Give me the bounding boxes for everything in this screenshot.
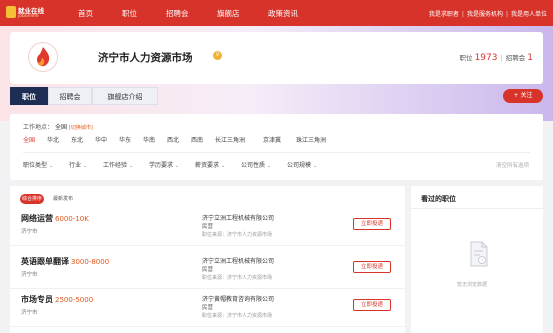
dropdown-salary[interactable]: 薪资要求 ⌄ — [195, 160, 225, 169]
nav-flagship-stores[interactable]: 旗舰店 — [217, 8, 240, 19]
region-option[interactable]: 华北 — [47, 135, 59, 144]
job-salary: 2500-5000 — [55, 296, 94, 304]
company-type: 民营 — [202, 305, 214, 311]
region-option[interactable]: 华中 — [95, 135, 107, 144]
job-city: 济宁市 — [21, 310, 38, 316]
location-label: 工作地点： — [23, 124, 54, 131]
job-title-row: 市场专员 2500-5000 — [21, 294, 93, 305]
role-links: 我是求职者 | 我是服务机构 | 我是用人单位 — [428, 11, 547, 18]
job-card[interactable]: 英语跟单翻译 3000-8000 济宁市 济宁立洲工程机械有限公司 民营 职位来源… — [10, 251, 405, 289]
job-city: 济宁市 — [21, 272, 38, 278]
job-title-row: 英语跟单翻译 3000-8000 — [21, 256, 109, 267]
apply-button[interactable]: 立即投递 — [353, 218, 391, 230]
follow-button[interactable]: + 关注 — [503, 89, 543, 103]
job-city: 济宁市 — [21, 229, 38, 235]
dropdown-experience[interactable]: 工作经验 ⌄ — [103, 160, 133, 169]
tab-store-intro[interactable]: 旗舰店介绍 — [92, 87, 158, 105]
region-option[interactable]: 长江三角洲 — [215, 135, 245, 144]
dropdown-company-type[interactable]: 公司性质 ⌄ — [241, 160, 271, 169]
chevron-down-icon: ⌄ — [83, 163, 88, 169]
job-title[interactable]: 网络运营 — [21, 214, 53, 223]
nav-jobs[interactable]: 职位 — [122, 8, 137, 19]
link-employer[interactable]: 我是用人单位 — [511, 11, 547, 18]
sort-latest[interactable]: 最新发布 — [53, 195, 73, 202]
chevron-down-icon: ⌄ — [221, 163, 226, 169]
sort-comprehensive[interactable]: 综合排序 — [20, 194, 44, 204]
tab-jobs[interactable]: 职位 — [10, 87, 48, 105]
market-card: 济宁市人力资源市场 V 职位 1973 | 招聘会 1 — [10, 32, 543, 84]
link-job-seeker[interactable]: 我是求职者 — [429, 11, 459, 18]
company-type: 民营 — [202, 224, 214, 230]
viewed-empty-text: 暂无浏览数据 — [457, 282, 488, 288]
job-salary: 6000-10K — [55, 215, 89, 223]
region-option[interactable]: 全国 — [23, 135, 35, 144]
viewed-jobs-title: 看过的职位 — [421, 195, 456, 203]
chevron-down-icon: ⌄ — [129, 163, 134, 169]
logo-mark-icon — [6, 6, 16, 18]
job-card[interactable]: 市场专员 2500-5000 济宁市 济宁黄帽教育咨询有限公司 民营 职位来源：济… — [10, 289, 405, 327]
company-type: 民营 — [202, 267, 214, 273]
filter-panel: 工作地点： 全国 [切换城市] 全国 华北 东北 华中 华东 华南 西北 西南 … — [10, 114, 543, 180]
job-list: 综合排序 最新发布 网络运营 6000-10K 济宁市 济宁立洲工程机械有限公司 … — [10, 186, 405, 333]
market-stats: 职位 1973 | 招聘会 1 — [459, 53, 534, 63]
dropdown-company-size[interactable]: 公司规模 ⌄ — [287, 160, 317, 169]
viewed-divider — [411, 208, 543, 209]
nav-home[interactable]: 首页 — [78, 8, 93, 19]
verified-badge-icon: V — [213, 51, 222, 60]
region-option[interactable]: 西南 — [191, 135, 203, 144]
viewed-jobs-panel: 看过的职位 暂无浏览数据 — [411, 186, 543, 333]
job-source: 职位来源：济宁市人力资源市场 — [202, 313, 273, 319]
tab-job-fairs[interactable]: 招聘会 — [48, 87, 92, 105]
market-header: 济宁市人力资源市场 V 职位 1973 | 招聘会 1 职位 招聘会 旗舰店介绍 +… — [0, 26, 553, 121]
chevron-down-icon: ⌄ — [267, 163, 272, 169]
region-option[interactable]: 西北 — [167, 135, 179, 144]
site-logo[interactable]: 就业在线 jobonline — [6, 4, 50, 22]
company-name[interactable]: 济宁黄帽教育咨询有限公司 — [202, 294, 274, 303]
job-source: 职位来源：济宁市人力资源市场 — [202, 275, 273, 281]
location-value: 全国 — [54, 124, 67, 131]
switch-city-link[interactable]: [切换城市] — [69, 125, 93, 131]
chevron-down-icon: ⌄ — [175, 163, 180, 169]
job-title-row: 网络运营 6000-10K — [21, 213, 89, 224]
job-salary: 3000-8000 — [71, 258, 110, 266]
job-title[interactable]: 市场专员 — [21, 295, 53, 304]
nav-policy-news[interactable]: 政策资讯 — [268, 8, 298, 19]
job-source: 职位来源：济宁市人力资源市场 — [202, 232, 273, 238]
location-filter: 工作地点： 全国 [切换城市] — [23, 122, 93, 131]
region-option[interactable]: 珠江三角洲 — [296, 135, 326, 144]
company-name[interactable]: 济宁立洲工程机械有限公司 — [202, 256, 274, 265]
market-logo-icon — [28, 42, 58, 72]
apply-button[interactable]: 立即投递 — [353, 261, 391, 273]
job-title[interactable]: 英语跟单翻译 — [21, 257, 69, 266]
region-option[interactable]: 京津冀 — [263, 135, 281, 144]
region-option[interactable]: 东北 — [71, 135, 83, 144]
fairs-count: 1 — [527, 53, 533, 63]
top-nav: 就业在线 jobonline 首页 职位 招聘会 旗舰店 政策资讯 我是求职者 |… — [0, 0, 553, 26]
company-name[interactable]: 济宁立洲工程机械有限公司 — [202, 213, 274, 222]
job-card[interactable]: 网络运营 6000-10K 济宁市 济宁立洲工程机械有限公司 民营 职位来源：济宁… — [10, 208, 405, 246]
fairs-count-label: 招聘会 — [505, 54, 526, 62]
dropdown-industry[interactable]: 行业 ⌄ — [69, 160, 87, 169]
nav-job-fairs[interactable]: 招聘会 — [166, 8, 189, 19]
apply-button[interactable]: 立即投递 — [353, 299, 391, 311]
dropdown-job-type[interactable]: 职位类型 ⌄ — [23, 160, 53, 169]
jobs-count-label: 职位 — [459, 54, 473, 62]
empty-document-icon — [469, 241, 489, 267]
jobs-count: 1973 — [474, 53, 498, 63]
logo-subtext: jobonline — [18, 14, 39, 19]
chevron-down-icon: ⌄ — [49, 163, 54, 169]
clear-filters-button[interactable]: 清空所有选项 — [496, 161, 529, 169]
chevron-down-icon: ⌄ — [313, 163, 318, 169]
filter-divider — [23, 152, 530, 153]
region-option[interactable]: 华南 — [143, 135, 155, 144]
link-service-agency[interactable]: 我是服务机构 — [467, 11, 503, 18]
region-option[interactable]: 华东 — [119, 135, 131, 144]
dropdown-education[interactable]: 学历要求 ⌄ — [149, 160, 179, 169]
market-name: 济宁市人力资源市场 — [98, 52, 193, 64]
